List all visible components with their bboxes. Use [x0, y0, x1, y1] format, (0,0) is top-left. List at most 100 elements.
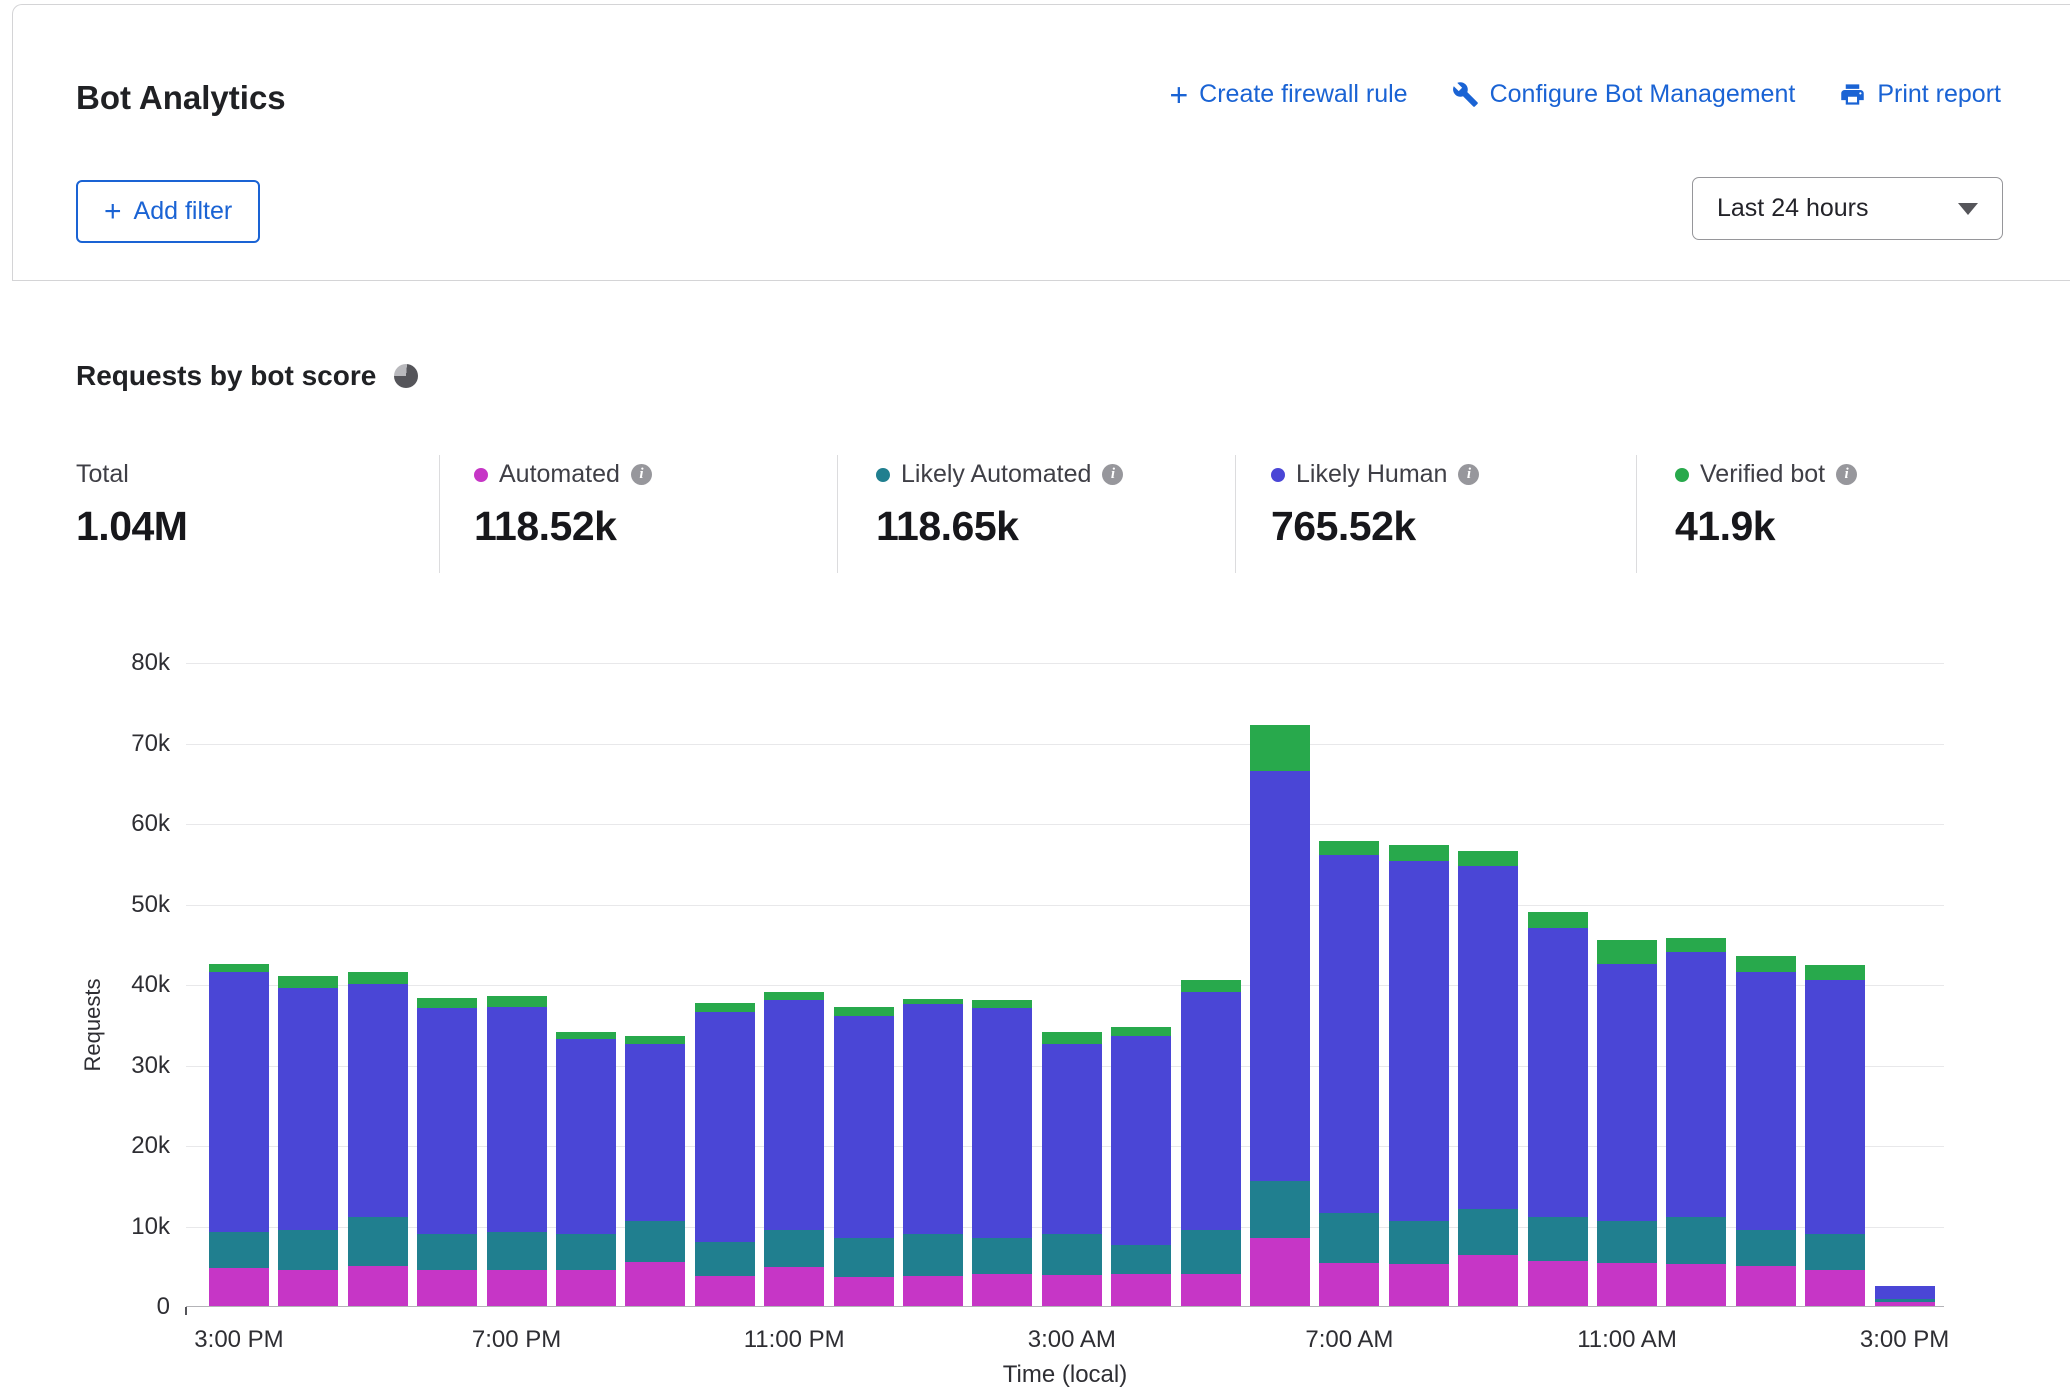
bar-segment-likely-human[interactable]: [1319, 855, 1379, 1213]
bar-segment-likely-human[interactable]: [1736, 972, 1796, 1230]
bar-segment-likely-human[interactable]: [1111, 1036, 1171, 1245]
bar-segment-automated[interactable]: [1042, 1275, 1102, 1306]
create-firewall-rule-link[interactable]: + Create firewall rule: [1169, 80, 1407, 109]
bar-segment-likely-automated[interactable]: [834, 1238, 894, 1277]
stacked-bar[interactable]: [1875, 1286, 1935, 1306]
stacked-bar[interactable]: [1666, 938, 1726, 1306]
bar-segment-verified-bot[interactable]: [209, 964, 269, 972]
configure-bot-management-link[interactable]: Configure Bot Management: [1452, 80, 1796, 109]
bar-segment-automated[interactable]: [1736, 1266, 1796, 1306]
stacked-bar[interactable]: [417, 998, 477, 1306]
print-report-link[interactable]: Print report: [1839, 80, 2001, 109]
bar-segment-verified-bot[interactable]: [417, 998, 477, 1008]
bar-segment-verified-bot[interactable]: [1458, 851, 1518, 866]
stacked-bar[interactable]: [1528, 912, 1588, 1306]
stacked-bar[interactable]: [972, 1000, 1032, 1306]
bar-segment-likely-automated[interactable]: [1319, 1213, 1379, 1263]
bar-segment-likely-human[interactable]: [278, 988, 338, 1230]
stacked-bar[interactable]: [1805, 965, 1865, 1306]
bar-segment-likely-human[interactable]: [695, 1012, 755, 1241]
bar-segment-likely-automated[interactable]: [209, 1232, 269, 1268]
bar-segment-verified-bot[interactable]: [1389, 845, 1449, 861]
info-icon[interactable]: i: [1458, 464, 1479, 485]
info-icon[interactable]: i: [1836, 464, 1857, 485]
bar-segment-automated[interactable]: [1597, 1263, 1657, 1306]
bar-segment-likely-human[interactable]: [1528, 928, 1588, 1218]
bar-segment-verified-bot[interactable]: [972, 1000, 1032, 1008]
bar-segment-automated[interactable]: [1528, 1261, 1588, 1306]
bar-segment-likely-automated[interactable]: [1458, 1209, 1518, 1256]
bar-segment-likely-automated[interactable]: [1042, 1234, 1102, 1276]
bar-segment-likely-automated[interactable]: [556, 1234, 616, 1270]
bar-segment-likely-human[interactable]: [903, 1004, 963, 1233]
bar-segment-likely-human[interactable]: [972, 1008, 1032, 1237]
bar-segment-automated[interactable]: [1666, 1264, 1726, 1306]
stacked-bar[interactable]: [1042, 1032, 1102, 1306]
stacked-bar[interactable]: [209, 964, 269, 1306]
bar-segment-verified-bot[interactable]: [1111, 1027, 1171, 1036]
stacked-bar[interactable]: [487, 996, 547, 1306]
bar-segment-automated[interactable]: [1805, 1270, 1865, 1306]
bar-segment-likely-human[interactable]: [1181, 992, 1241, 1229]
bar-segment-verified-bot[interactable]: [764, 992, 824, 1000]
bar-segment-verified-bot[interactable]: [1042, 1032, 1102, 1044]
bar-segment-automated[interactable]: [1111, 1274, 1171, 1306]
stacked-bar[interactable]: [695, 1003, 755, 1306]
bar-segment-automated[interactable]: [903, 1276, 963, 1306]
bar-segment-verified-bot[interactable]: [1805, 965, 1865, 980]
bar-segment-likely-human[interactable]: [1875, 1286, 1935, 1299]
stacked-bar[interactable]: [1458, 851, 1518, 1306]
bar-segment-automated[interactable]: [764, 1267, 824, 1306]
stacked-bar[interactable]: [903, 999, 963, 1306]
bar-segment-verified-bot[interactable]: [1250, 725, 1310, 771]
bar-segment-likely-automated[interactable]: [1250, 1181, 1310, 1237]
stacked-bar[interactable]: [1736, 956, 1796, 1306]
bar-segment-verified-bot[interactable]: [834, 1007, 894, 1016]
bar-segment-automated[interactable]: [972, 1274, 1032, 1306]
stacked-bar[interactable]: [348, 972, 408, 1306]
bar-segment-likely-automated[interactable]: [1181, 1230, 1241, 1274]
bar-segment-likely-human[interactable]: [1042, 1044, 1102, 1233]
bar-segment-likely-automated[interactable]: [348, 1217, 408, 1265]
bar-segment-automated[interactable]: [487, 1270, 547, 1306]
bar-segment-likely-automated[interactable]: [972, 1238, 1032, 1274]
bar-segment-verified-bot[interactable]: [1319, 841, 1379, 855]
bar-segment-automated[interactable]: [278, 1270, 338, 1306]
bar-segment-likely-automated[interactable]: [764, 1230, 824, 1268]
stacked-bar[interactable]: [764, 992, 824, 1306]
bar-segment-verified-bot[interactable]: [1666, 938, 1726, 952]
time-range-select[interactable]: Last 24 hours: [1692, 177, 2003, 240]
bar-segment-likely-human[interactable]: [487, 1007, 547, 1232]
bar-segment-automated[interactable]: [348, 1266, 408, 1306]
stacked-bar[interactable]: [1111, 1027, 1171, 1306]
bar-segment-automated[interactable]: [1458, 1255, 1518, 1306]
bar-segment-likely-human[interactable]: [1805, 980, 1865, 1234]
bar-segment-likely-automated[interactable]: [1111, 1245, 1171, 1274]
stacked-bar[interactable]: [1319, 841, 1379, 1306]
stacked-bar[interactable]: [556, 1032, 616, 1306]
bar-segment-likely-human[interactable]: [1666, 952, 1726, 1218]
bar-segment-likely-automated[interactable]: [1528, 1217, 1588, 1260]
bar-segment-verified-bot[interactable]: [348, 972, 408, 984]
bar-segment-verified-bot[interactable]: [625, 1036, 685, 1044]
bar-segment-likely-automated[interactable]: [695, 1242, 755, 1277]
bar-segment-verified-bot[interactable]: [1181, 980, 1241, 992]
bar-segment-likely-automated[interactable]: [1666, 1217, 1726, 1264]
bar-segment-likely-human[interactable]: [348, 984, 408, 1217]
bar-segment-likely-automated[interactable]: [1597, 1221, 1657, 1263]
bar-segment-verified-bot[interactable]: [695, 1003, 755, 1012]
bar-segment-likely-human[interactable]: [764, 1000, 824, 1229]
bar-segment-automated[interactable]: [834, 1277, 894, 1306]
bar-segment-verified-bot[interactable]: [556, 1032, 616, 1039]
add-filter-button[interactable]: + Add filter: [76, 180, 260, 243]
bar-segment-automated[interactable]: [1875, 1302, 1935, 1306]
info-icon[interactable]: i: [1102, 464, 1123, 485]
stacked-bar[interactable]: [1389, 845, 1449, 1306]
bar-segment-likely-human[interactable]: [417, 1008, 477, 1233]
bar-segment-verified-bot[interactable]: [1597, 940, 1657, 964]
bar-segment-likely-automated[interactable]: [903, 1234, 963, 1277]
stacked-bar[interactable]: [1250, 725, 1310, 1306]
bar-segment-automated[interactable]: [695, 1276, 755, 1306]
bar-segment-likely-automated[interactable]: [278, 1230, 338, 1270]
bar-segment-likely-human[interactable]: [834, 1016, 894, 1237]
